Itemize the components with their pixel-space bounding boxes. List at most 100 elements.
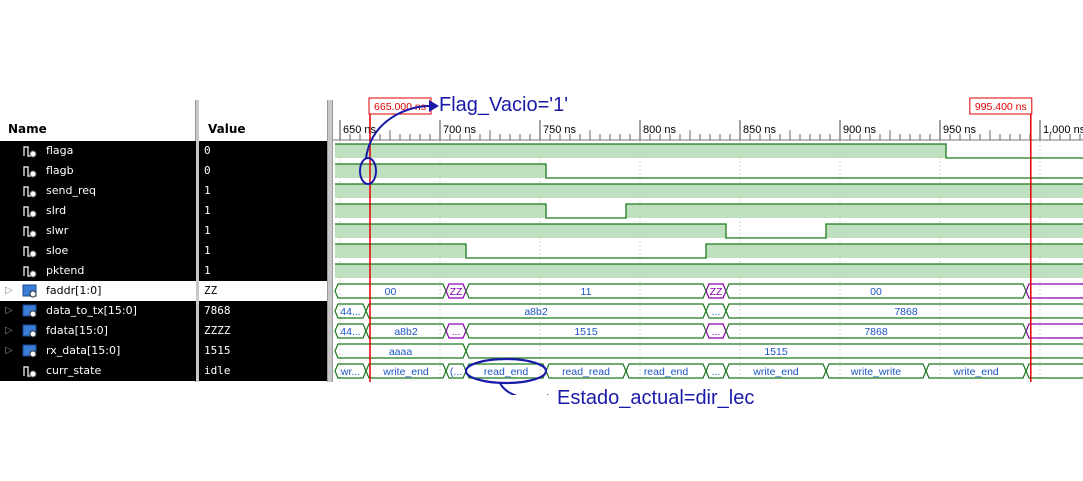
- signal-value-flaga: 0: [199, 141, 327, 161]
- time-ruler-label: 800 ns: [643, 124, 677, 136]
- bus-segment-value: 1515: [574, 326, 598, 338]
- signal-value-data-to-tx: 7868: [199, 301, 327, 321]
- wave-high-fill: [626, 204, 1083, 218]
- wave-high-fill: [706, 244, 1083, 258]
- annotation-arrowhead-flag: [429, 100, 439, 112]
- signal-name: sloe: [46, 244, 69, 257]
- time-ruler-label: 950 ns: [943, 124, 977, 136]
- signal-row-fdata[interactable]: ▷ fdata[15:0]: [0, 321, 196, 341]
- signal-row-slwr[interactable]: slwr: [0, 221, 196, 241]
- wave-high-fill: [335, 144, 946, 158]
- bus-segment-value: ...: [452, 326, 461, 338]
- value-column-header[interactable]: Value: [208, 118, 246, 140]
- waveform-canvas[interactable]: 650 ns 700 ns 750 ns 800 ns 850 ns 900 ns 950 …: [333, 0, 1083, 395]
- bus-segment-value: 00: [385, 286, 397, 298]
- signal-value-text: ZZ: [204, 284, 218, 297]
- bus-signal-icon: [22, 324, 37, 338]
- wave-high-fill: [335, 164, 546, 178]
- signal-row-sloe[interactable]: sloe: [0, 241, 196, 261]
- signal-value-text: 1: [204, 224, 211, 237]
- bus-segment-value: 7868: [894, 306, 918, 318]
- bus-segment-value: a8b2: [524, 306, 548, 318]
- signal-row-send-req[interactable]: send_req: [0, 181, 196, 201]
- signal-value-flagb: 0: [199, 161, 327, 181]
- signal-row-data-to-tx[interactable]: ▷ data_to_tx[15:0]: [0, 301, 196, 321]
- signal-value-send-req: 1: [199, 181, 327, 201]
- signal-value-text: idle: [204, 364, 231, 377]
- name-column-header[interactable]: Name: [8, 118, 47, 140]
- signal-row-pktend[interactable]: pktend: [0, 261, 196, 281]
- wave-high-fill: [826, 224, 1083, 238]
- wave-high-fill: [335, 204, 546, 218]
- time-ruler-label: 700 ns: [443, 124, 477, 136]
- signal-name: curr_state: [46, 364, 102, 377]
- signal-value-text: 1: [204, 204, 211, 217]
- signal-value-curr-state: idle: [199, 361, 327, 381]
- signal-name: send_req: [46, 184, 96, 197]
- signal-name: flaga: [46, 144, 74, 157]
- time-ruler-label: 850 ns: [743, 124, 777, 136]
- signal-value-text: 0: [204, 164, 211, 177]
- bus-segment-value: ...: [712, 366, 721, 378]
- bus-segment-value: ZZ: [710, 286, 723, 298]
- signal-name: flagb: [46, 164, 74, 177]
- time-ruler-label: 650 ns: [343, 124, 377, 136]
- wave-high-fill: [335, 224, 726, 238]
- signal-row-rx-data[interactable]: ▷ rx_data[15:0]: [0, 341, 196, 361]
- wave-high-fill: [335, 184, 1083, 198]
- bus-segment-value: write_end: [952, 366, 999, 378]
- bus-segment-value: 11: [581, 286, 592, 298]
- bus-signal-icon: [22, 304, 37, 318]
- bus-segment-value: a8b2: [394, 326, 418, 338]
- bus-segment-value: aaaa: [389, 346, 413, 358]
- expand-arrow-icon[interactable]: ▷: [5, 301, 13, 321]
- bus-segment-value: write_end: [382, 366, 429, 378]
- signal-row-flaga[interactable]: flaga: [0, 141, 196, 161]
- signal-value-slwr: 1: [199, 221, 327, 241]
- bus-segment-value: read_end: [484, 366, 529, 378]
- signal-value-text: 1: [204, 184, 211, 197]
- bit-signal-icon: [23, 166, 37, 178]
- signal-value-slrd: 1: [199, 201, 327, 221]
- signal-value-text: 1: [204, 244, 211, 257]
- bus-segment: [1025, 283, 1083, 299]
- expand-arrow-icon[interactable]: ▷: [5, 321, 13, 341]
- bit-signal-icon: [23, 266, 37, 278]
- signal-value-text: ZZZZ: [204, 324, 231, 337]
- signal-row-faddr[interactable]: ▷ faddr[1:0]: [0, 281, 196, 301]
- bus-segment: [1025, 363, 1083, 379]
- signal-value-rx-data: 1515: [199, 341, 327, 361]
- bus-segment-value: read_end: [644, 366, 689, 378]
- signal-name: faddr[1:0]: [46, 284, 102, 297]
- time-cursor-label: 995.400 ns: [975, 101, 1027, 113]
- bus-signal-icon: [22, 344, 37, 358]
- bit-signal-icon: [23, 366, 37, 378]
- time-ruler-label: 750 ns: [543, 124, 577, 136]
- signal-value-sloe: 1: [199, 241, 327, 261]
- bit-signal-icon: [23, 186, 37, 198]
- bus-segment-value: ZZ: [450, 286, 463, 298]
- expand-arrow-icon[interactable]: ▷: [5, 341, 13, 361]
- bus-segment-value: ...: [712, 326, 721, 338]
- flag-annotation: Flag_Vacio='1': [439, 94, 569, 116]
- time-ruler-label: 1,000 ns: [1043, 124, 1083, 136]
- state-annotation: Estado_actual=dir_lec: [557, 387, 755, 409]
- signal-row-curr-state[interactable]: curr_state: [0, 361, 196, 381]
- signal-value-text: 7868: [204, 304, 231, 317]
- bus-signal-icon: [22, 284, 37, 298]
- time-ruler-label: 900 ns: [843, 124, 877, 136]
- bit-signal-icon: [23, 146, 37, 158]
- annotation-arrow-state: [499, 382, 518, 395]
- wave-high-fill: [335, 244, 466, 258]
- signal-name: data_to_tx[15:0]: [46, 304, 137, 317]
- bus-segment-value: write_write: [850, 366, 901, 378]
- bus-segment-value: wr...: [340, 366, 360, 378]
- signal-row-slrd[interactable]: slrd: [0, 201, 196, 221]
- bit-signal-icon: [23, 246, 37, 258]
- signal-row-flagb[interactable]: flagb: [0, 161, 196, 181]
- bus-segment-value: write_end: [752, 366, 799, 378]
- signal-value-text: 1: [204, 264, 211, 277]
- expand-arrow-icon[interactable]: ▷: [5, 281, 13, 301]
- bit-signal-icon: [23, 206, 37, 218]
- wave-high-fill: [335, 264, 1083, 278]
